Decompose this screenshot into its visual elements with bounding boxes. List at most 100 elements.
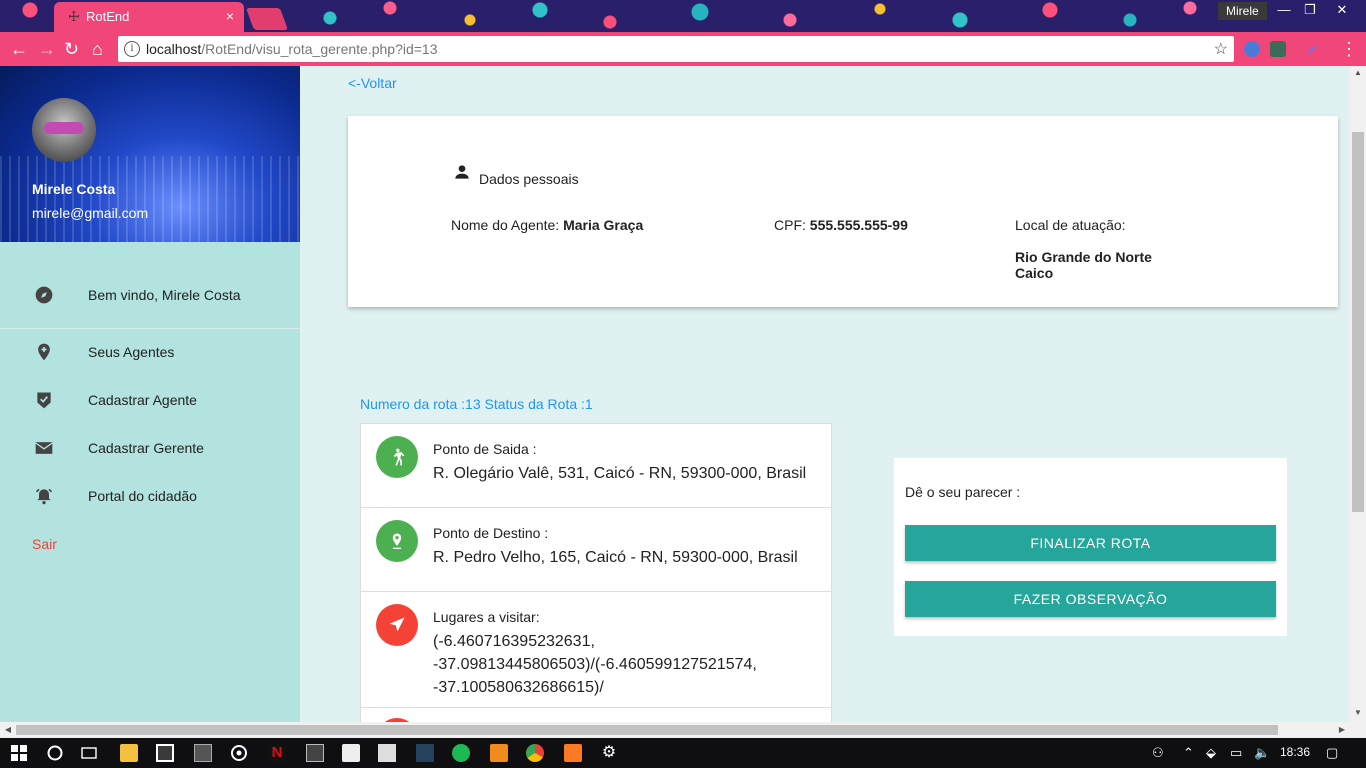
new-tab-button[interactable] [245,8,289,30]
add-location-icon [38,343,50,361]
tab-close-icon[interactable]: × [226,8,234,24]
vertical-scrollbar[interactable]: ▲ ▼ [1350,66,1366,722]
route-list: Ponto de Saida : R. Olegário Valê, 531, … [360,423,832,722]
agent-name-field: Nome do Agente: Maria Graça [451,217,643,233]
notification-icon[interactable]: ▢ [1326,745,1338,761]
store-icon[interactable] [156,744,174,762]
calculator-icon[interactable] [306,744,324,762]
sidebar-item-citizen-portal[interactable]: Portal do cidadão [0,476,300,516]
forward-arrow-icon[interactable]: → [38,38,56,60]
cpf-field: CPF: 555.555.555-99 [774,217,908,233]
feedback-panel: Dê o seu parecer : FINALIZAR ROTA FAZER … [894,458,1287,636]
scroll-left-icon[interactable]: ◀ [0,722,16,738]
scroll-down-icon[interactable]: ▼ [1350,708,1366,720]
windows-start-icon[interactable] [10,744,28,762]
profile-name: Mirele Costa [32,181,116,197]
horizontal-scrollbar[interactable]: ◀ ▶ [0,722,1366,738]
sidebar-item-register-manager[interactable]: Cadastrar Gerente [0,428,300,468]
back-link[interactable]: <-Voltar [348,75,397,91]
mail-icon [35,442,53,454]
address-bar[interactable]: i localhost/RotEnd/visu_rota_gerente.php… [118,36,1234,62]
vertical-scroll-thumb[interactable] [1352,132,1364,512]
main-content: <-Voltar Dados pessoais Nome do Agente: … [300,66,1350,722]
minimize-icon[interactable]: — [1270,0,1298,20]
logout-link[interactable]: Sair [32,536,57,552]
route-item-title: Ponto de Destino : [433,525,549,541]
battery-icon[interactable]: ▭ [1230,745,1242,761]
personal-data-title: Dados pessoais [479,171,579,187]
location-state: Rio Grande do Norte [1015,249,1152,265]
tab-title: RotEnd [86,9,130,24]
close-window-icon[interactable]: ✕ [1328,0,1356,20]
tray-chevron-up-icon[interactable]: ⌃ [1183,745,1194,761]
browser-tab[interactable]: ☩ RotEnd × [54,2,244,32]
mysql-workbench-icon[interactable] [416,744,434,762]
finish-route-button[interactable]: FINALIZAR ROTA [905,525,1276,561]
home-icon[interactable]: ⌂ [92,38,103,60]
url-host: localhost [146,41,202,57]
reload-icon[interactable]: ↻ [64,38,79,60]
avatar[interactable] [32,98,96,162]
sidebar-item-label: Seus Agentes [88,344,175,360]
list-item: Lugares a visitar: (-6.460716395232631, … [361,592,831,708]
scroll-up-icon[interactable]: ▲ [1350,68,1366,80]
tab-favicon-icon: ☩ [68,9,80,24]
netflix-icon[interactable]: N [268,744,286,762]
browser-menu-icon[interactable]: ⋮ [1340,38,1358,60]
route-item-value: R. Pedro Velho, 165, Caicó - RN, 59300-0… [433,549,798,566]
compass-icon [35,286,53,304]
person-icon [455,165,469,179]
extension-icon[interactable] [1244,41,1260,57]
volume-icon[interactable]: 🔈 [1254,745,1270,761]
location-city: Caico [1015,265,1054,281]
sidebar-item-label: Cadastrar Gerente [88,440,204,456]
scroll-right-icon[interactable]: ▶ [1334,722,1350,738]
feedback-prompt: Dê o seu parecer : [905,484,1021,500]
media-player-icon[interactable] [230,744,248,762]
alarm-bell-icon [35,488,53,505]
url-path: /RotEnd/visu_rota_gerente.php?id=13 [201,41,438,57]
settings-gear-icon[interactable]: ⚙ [600,744,618,762]
spotify-icon[interactable] [452,744,470,762]
maximize-icon[interactable]: ❐ [1296,0,1324,20]
browser-toolbar: ← → ↻ ⌂ i localhost/RotEnd/visu_rota_ger… [0,32,1366,66]
taskbar-clock[interactable]: 18:36 [1280,745,1310,759]
horizontal-scroll-thumb[interactable] [16,725,1278,735]
sidebar-item-welcome[interactable]: Bem vindo, Mirele Costa [0,275,300,315]
people-icon[interactable]: ⚇ [1152,745,1164,761]
back-arrow-icon[interactable]: ← [10,38,28,60]
navigation-arrow-icon [376,604,418,646]
route-item-title: Ponto de Saida : [433,441,537,457]
url-text[interactable]: localhost/RotEnd/visu_rota_gerente.php?i… [146,41,438,57]
info-icon[interactable]: i [124,41,140,57]
cpf-value: 555.555.555-99 [809,217,908,233]
list-item: Ponto de Destino : R. Pedro Velho, 165, … [361,508,831,592]
sidebar-item-register-agent[interactable]: Cadastrar Agente [0,380,300,420]
add-observation-button[interactable]: FAZER OBSERVAÇÃO [905,581,1276,617]
file-explorer-icon[interactable] [120,744,138,762]
bookmark-star-icon[interactable]: ☆ [1214,39,1228,59]
os-taskbar: N ⚙ ⚇ ⌃ ⬙ ▭ 🔈 18:36 ▢ [0,738,1366,768]
mail-app-icon[interactable] [378,744,396,762]
sidebar-divider [0,328,300,329]
route-item-value: (-6.460716395232631, -37.09813445806503)… [433,633,757,696]
agent-name-label: Nome do Agente: [451,217,564,233]
chrome-icon[interactable] [526,744,544,762]
task-view-icon[interactable] [80,744,98,762]
browser-user-chip[interactable]: Mirele [1218,2,1267,20]
verified-shield-icon [37,392,51,409]
sublime-text-icon[interactable] [490,744,508,762]
pen-extension-icon[interactable] [1306,44,1318,55]
profile-header: Mirele Costa mirele@gmail.com [0,66,300,242]
clapperboard-icon[interactable] [342,744,360,762]
cortana-icon[interactable] [46,744,64,762]
sidebar-item-label: Portal do cidadão [88,488,197,504]
shield-extension-icon[interactable] [1270,41,1286,57]
dropbox-icon[interactable]: ⬙ [1206,745,1216,761]
cpf-label: CPF: [774,217,810,233]
pin-icon [376,520,418,562]
sidebar-item-agents[interactable]: Seus Agentes [0,332,300,372]
xampp-icon[interactable] [564,744,582,762]
terminal-icon[interactable] [194,744,212,762]
sidebar-item-label: Bem vindo, Mirele Costa [88,287,241,303]
